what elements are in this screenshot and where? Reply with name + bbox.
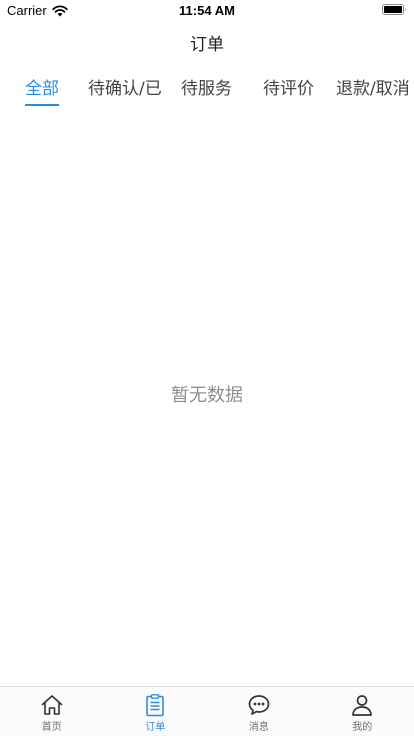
tabbar-label: 我的 bbox=[352, 722, 373, 733]
empty-state-message: 暂无数据 bbox=[171, 385, 243, 406]
home-icon bbox=[41, 695, 63, 715]
tabbar-profile[interactable]: 我的 bbox=[311, 687, 414, 736]
tab-pending-review[interactable]: 待评价 bbox=[263, 74, 314, 99]
tabbar-label: 首页 bbox=[41, 722, 62, 733]
orders-screen: Carrier 11:54 AM 订单 全部 待确认/已 待服务 待评价 退款/… bbox=[0, 0, 414, 736]
tab-label: 待评价 bbox=[263, 79, 314, 99]
tab-pending-confirm[interactable]: 待确认/已 bbox=[88, 74, 162, 99]
tabbar-messages[interactable]: 消息 bbox=[207, 687, 311, 736]
battery-icon bbox=[382, 4, 406, 15]
active-tab-indicator bbox=[25, 104, 59, 106]
tab-label: 全部 bbox=[25, 79, 59, 99]
tabbar-home[interactable]: 首页 bbox=[0, 687, 104, 736]
order-status-tabs: 全部 待确认/已 待服务 待评价 退款/取消 bbox=[0, 64, 414, 108]
tab-label: 退款/取消 bbox=[336, 79, 410, 99]
status-time: 11:54 AM bbox=[179, 3, 235, 18]
page-title: 订单 bbox=[190, 35, 224, 55]
tab-label: 待服务 bbox=[181, 79, 232, 99]
tab-label: 待确认/已 bbox=[88, 79, 162, 99]
chat-bubble-icon bbox=[248, 695, 270, 715]
person-icon bbox=[352, 695, 373, 716]
clipboard-icon bbox=[146, 694, 165, 717]
tabbar-label: 订单 bbox=[145, 722, 166, 733]
status-bar: Carrier 11:54 AM bbox=[0, 0, 414, 20]
bottom-tab-bar: 首页 订单 消息 我的 bbox=[0, 686, 414, 736]
tab-refund-cancel[interactable]: 退款/取消 bbox=[336, 74, 410, 99]
tabbar-label: 消息 bbox=[248, 722, 269, 733]
tabbar-orders[interactable]: 订单 bbox=[104, 687, 208, 736]
tab-all[interactable]: 全部 bbox=[25, 74, 59, 99]
tab-pending-service[interactable]: 待服务 bbox=[181, 74, 232, 99]
